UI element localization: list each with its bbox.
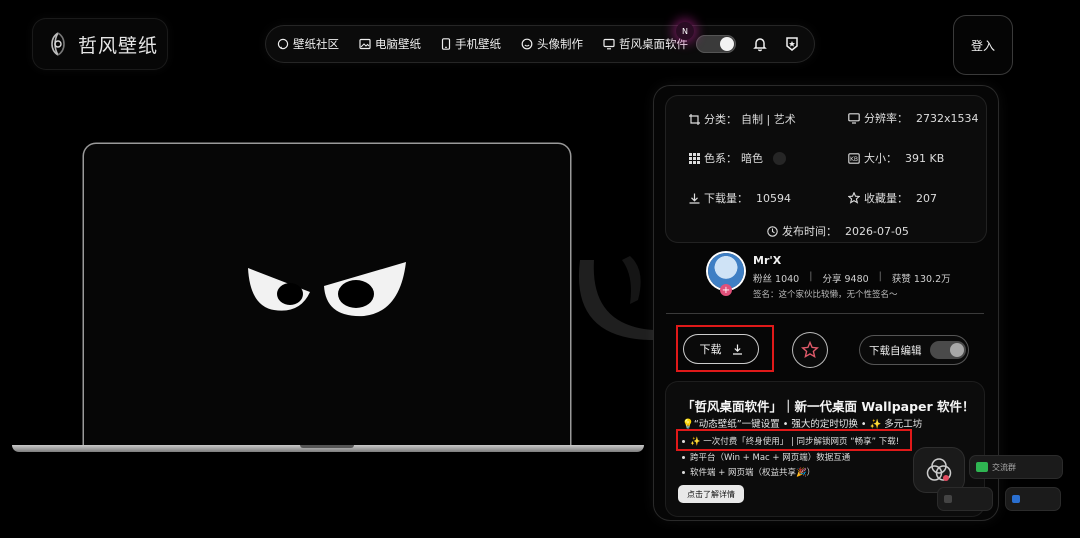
wallpaper-eyes-image <box>248 262 406 317</box>
divider <box>666 313 984 314</box>
favorite-button[interactable] <box>793 333 827 367</box>
monitor-icon <box>603 38 615 50</box>
chat-bubble-icon <box>277 38 289 50</box>
nav-item-mobile[interactable]: 手机壁纸 <box>441 36 501 52</box>
shares-stat: 分享 9480 <box>822 274 869 285</box>
download-edit-toggle[interactable]: 下载自编辑 <box>860 336 968 364</box>
nav-item-avatar[interactable]: 头像制作 <box>521 36 583 52</box>
nav-item-community[interactable]: 壁纸社区 <box>277 36 339 52</box>
download-button[interactable]: 下载 <box>684 335 758 363</box>
nav-label: 壁纸社区 <box>293 37 339 51</box>
author-stats: 粉丝 1040 | 分享 9480 | 获赞 130.2万 <box>753 271 951 285</box>
phone-icon <box>441 38 451 50</box>
nav-label: 头像制作 <box>537 37 583 51</box>
dot-icon <box>944 495 952 503</box>
clock-icon <box>767 225 778 237</box>
floating-app-icon[interactable] <box>914 448 964 492</box>
login-button[interactable]: 登入 <box>954 16 1012 74</box>
size-info: KB 大小： 391 KB <box>848 151 945 165</box>
promo-line: 💡“动态壁纸”一键设置 • 强大的定时切换 • ✨ 多元工坊 <box>682 419 923 430</box>
fans-stat: 粉丝 1040 <box>753 274 800 285</box>
promo-bullet: 跨平台（Win + Mac + 网页端）数据互通 <box>682 451 850 463</box>
edit-toggle-switch[interactable] <box>929 341 966 359</box>
grid-icon <box>689 152 700 164</box>
download-icon <box>732 344 742 355</box>
author-name[interactable]: Mr'X <box>753 254 781 267</box>
star-icon <box>801 341 819 359</box>
download-icon <box>689 193 700 204</box>
moon-icon <box>720 37 734 51</box>
shield-star-icon[interactable] <box>784 36 800 52</box>
category-info: 分类： 自制 | 艺术 <box>689 111 796 127</box>
promo-bullet: 软件端 + 网页端（权益共享🎉） <box>682 466 815 478</box>
chat-icon <box>976 462 988 472</box>
downloads-info: 下载量： 10594 <box>689 190 791 206</box>
logo-mark-icon <box>51 32 65 56</box>
svg-text:KB: KB <box>850 156 858 163</box>
learn-more-button[interactable]: 点击了解详情 <box>678 485 744 503</box>
app-rings-icon <box>926 458 952 481</box>
image-icon <box>359 38 371 50</box>
site-logo[interactable]: 哲风壁纸 <box>32 18 168 70</box>
promo-bullet: ✨ 一次付费「终身使用」 | 同步解锁网页 “畅享” 下载! <box>682 435 899 447</box>
resolution-info: 分辨率： 2732x1534 <box>848 110 979 126</box>
crop-icon <box>689 113 700 125</box>
nav-label: 电脑壁纸 <box>375 37 421 51</box>
laptop-notch <box>300 445 354 448</box>
file-size-icon: KB <box>848 152 860 164</box>
nav-item-desktop[interactable]: 电脑壁纸 <box>359 36 421 52</box>
monitor-icon <box>848 112 860 124</box>
logo-text: 哲风壁纸 <box>78 34 159 57</box>
star-icon <box>848 192 860 204</box>
theme-toggle[interactable] <box>696 35 736 53</box>
author-signature: 签名：这个家伙比较懒，无个性签名～ <box>753 290 898 300</box>
promo-title: 「哲风桌面软件」｜新一代桌面 Wallpaper 软件！ <box>682 399 975 414</box>
group-chat-chip[interactable]: 交流群 <box>970 456 1062 478</box>
dot-icon <box>1012 495 1020 503</box>
floating-chip[interactable] <box>1006 488 1060 510</box>
publish-time-info: 发布时间： 2026-07-05 <box>767 223 909 239</box>
follow-badge[interactable]: + <box>720 284 732 296</box>
face-icon <box>521 38 533 50</box>
floating-chip[interactable] <box>938 488 992 510</box>
new-badge: N <box>676 22 694 40</box>
nav-item-software[interactable]: 哲风桌面软件 <box>603 36 688 52</box>
likes-stat: 获赞 130.2万 <box>891 274 951 285</box>
nav-label: 哲风桌面软件 <box>619 37 688 51</box>
bell-icon[interactable] <box>752 36 768 52</box>
nav-label: 手机壁纸 <box>455 37 501 51</box>
top-nav: 壁纸社区 电脑壁纸 手机壁纸 头像制作 哲风桌面软件 <box>266 26 814 62</box>
color-swatch[interactable] <box>773 151 786 165</box>
color-info: 色系： 暗色 <box>689 150 786 166</box>
favorites-info: 收藏量： 207 <box>848 190 937 206</box>
login-label: 登入 <box>970 38 995 53</box>
